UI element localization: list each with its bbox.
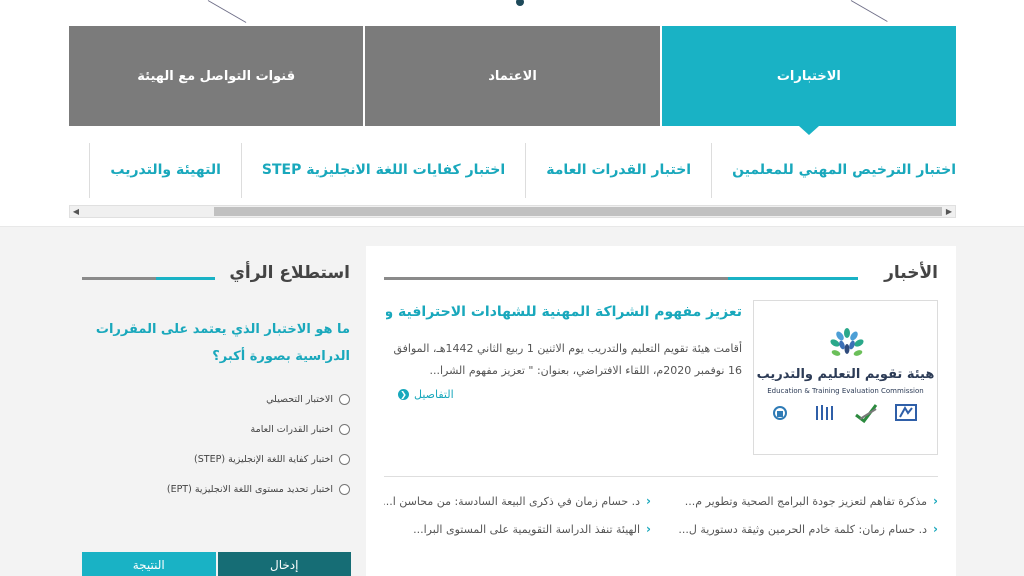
news-item[interactable]: ‹ الهيئة تنفذ الدراسة التقويمية على المس… xyxy=(384,520,651,538)
news-item-label: مذكرة تفاهم لتعزيز جودة البرامج الصحية و… xyxy=(684,494,928,508)
etec-leaves-icon xyxy=(830,328,864,356)
news-separator xyxy=(384,476,938,477)
poll-option-label: الاختبار التحصيلي xyxy=(266,393,333,405)
news-item-label: الهيئة تنفذ الدراسة التقويمية على المستو… xyxy=(413,522,641,536)
featured-news-excerpt: أقامت هيئة تقويم التعليم والتدريب يوم ال… xyxy=(393,342,743,377)
radio-button[interactable] xyxy=(339,423,350,435)
poll-option[interactable]: اختبار القدرات العامة xyxy=(80,414,350,444)
chevron-left-icon: ‹ xyxy=(933,494,938,508)
chevron-left-icon: ‹ xyxy=(933,522,938,536)
news-item[interactable]: ‹ د. حسام زمان في ذكرى البيعة السادسة: م… xyxy=(384,492,651,510)
poll-actions: إدخال النتيجة xyxy=(82,552,351,576)
poll-title: استطلاع الرأي xyxy=(229,263,350,283)
tab-tests[interactable]: الاختبارات xyxy=(661,26,956,135)
poll-question: ما هو الاختبار الذي يعتمد على المقررات ا… xyxy=(95,322,350,364)
poll-option-label: اختبار كفاية اللغة الإنجليزية (STEP) xyxy=(194,453,333,465)
news-item[interactable]: ‹ د. حسام زمان: كلمة خادم الحرمين وثيقة … xyxy=(671,520,938,538)
poll-result-button[interactable]: النتيجة xyxy=(82,552,216,576)
subnav-training[interactable]: التهيئة والتدريب xyxy=(89,143,241,198)
chevron-left-icon: ‹ xyxy=(646,522,651,536)
details-link[interactable]: التفاصيل ❮ xyxy=(398,388,454,401)
tab-accreditation[interactable]: الاعتماد xyxy=(365,26,660,126)
scroll-right-arrow-icon[interactable]: ▶ xyxy=(943,206,955,217)
featured-news-title[interactable]: تعزيز مفهوم الشراكة المهنية للشهادات الا… xyxy=(386,304,742,320)
poll-option[interactable]: اختبار كفاية اللغة الإنجليزية (STEP) xyxy=(80,444,350,474)
radio-button[interactable] xyxy=(339,393,350,405)
chevron-left-icon: ‹ xyxy=(646,494,651,508)
poll-option[interactable]: اختبار تحديد مستوى اللغة الانجليزية (EPT… xyxy=(80,474,350,504)
tests-subnav: اختبار الترخيص المهني للمعلمين اختبار ال… xyxy=(69,143,956,198)
subnav-step[interactable]: اختبار كفايات اللغة الانجليزية STEP xyxy=(240,143,525,198)
tab-contact-channels[interactable]: قنوات التواصل مع الهيئة xyxy=(69,26,364,126)
poll-option-label: اختبار تحديد مستوى اللغة الانجليزية (EPT… xyxy=(166,483,333,495)
radio-button[interactable] xyxy=(339,483,350,495)
featured-news-image[interactable]: هيئة تقويم التعليم والتدريب Education & … xyxy=(753,300,938,455)
logo-name-english: Education & Training Evaluation Commissi… xyxy=(767,387,924,395)
news-item-label: د. حسام زمان في ذكرى البيعة السادسة: من … xyxy=(384,494,641,508)
news-title-accent xyxy=(728,277,858,280)
news-item[interactable]: ‹ مذكرة تفاهم لتعزيز جودة البرامج الصحية… xyxy=(671,492,938,510)
subnav-general-aptitude[interactable]: اختبار القدرات العامة xyxy=(525,143,711,198)
radio-button[interactable] xyxy=(339,453,350,465)
logo-name-arabic: هيئة تقويم التعليم والتدريب xyxy=(756,367,935,382)
subnav-teacher-license[interactable]: اختبار الترخيص المهني للمعلمين xyxy=(711,143,956,198)
poll-title-rule xyxy=(82,277,156,280)
news-item-label: د. حسام زمان: كلمة خادم الحرمين وثيقة دس… xyxy=(678,522,928,536)
news-panel: الأخبار هيئة تقويم التعليم والتدريب Educ… xyxy=(366,246,956,576)
poll-option-label: اختبار القدرات العامة xyxy=(250,423,333,435)
poll-submit-button[interactable]: إدخال xyxy=(217,552,351,576)
subnav-scrollbar[interactable]: ◀ ▶ xyxy=(69,205,956,218)
scroll-left-arrow-icon[interactable]: ◀ xyxy=(70,206,82,217)
details-label: التفاصيل xyxy=(414,388,454,401)
poll-title-accent xyxy=(155,277,215,280)
news-list: ‹ مذكرة تفاهم لتعزيز جودة البرامج الصحية… xyxy=(384,492,938,538)
scrollbar-thumb[interactable] xyxy=(214,207,942,216)
partner-logos-icon xyxy=(773,404,917,424)
poll-option[interactable]: الاختبار التحصيلي xyxy=(80,384,350,414)
subnav-registration[interactable]: التسجيل في ا xyxy=(69,143,89,198)
poll-options: الاختبار التحصيلي اختبار القدرات العامة … xyxy=(80,384,350,504)
circle-arrow-icon: ❮ xyxy=(398,389,409,400)
news-title-rule xyxy=(384,277,728,280)
main-tabs: الاختبارات الاعتماد قنوات التواصل مع اله… xyxy=(69,26,956,135)
news-title: الأخبار xyxy=(884,263,938,283)
poll-panel: استطلاع الرأي ما هو الاختبار الذي يعتمد … xyxy=(69,246,363,576)
